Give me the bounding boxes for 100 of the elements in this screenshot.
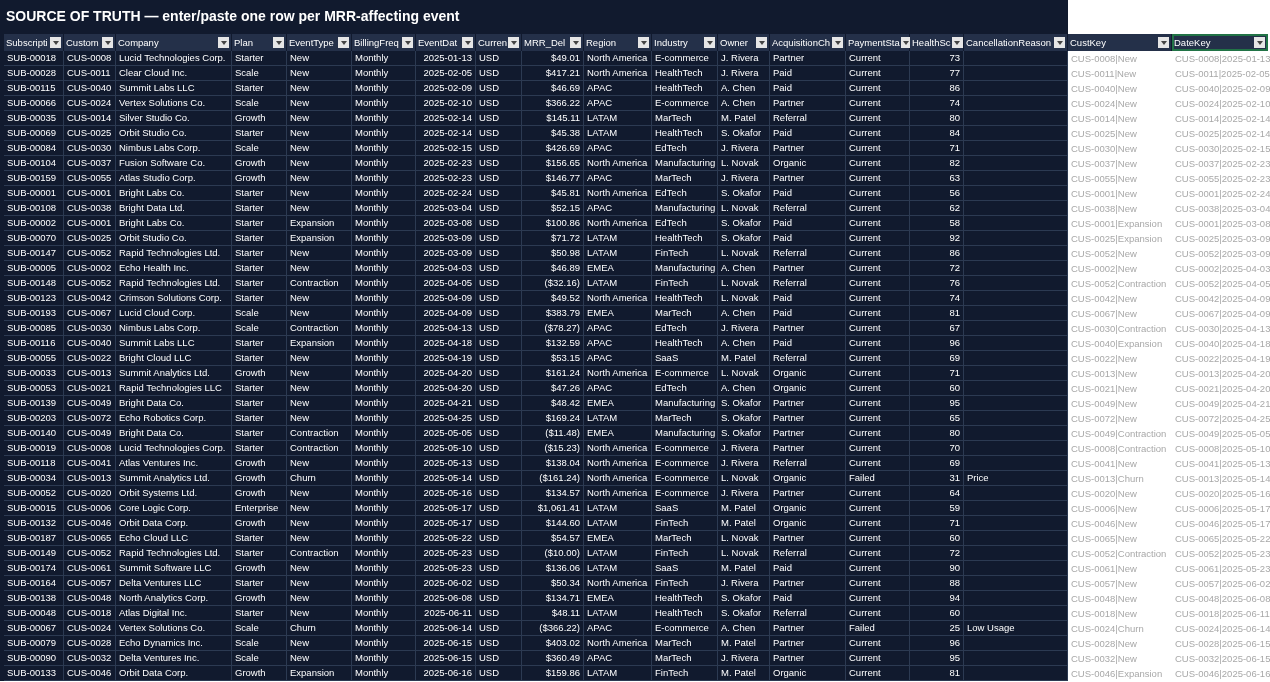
- table-cell: SUB-00034: [7, 473, 57, 483]
- table-cell: CUS-0006|New: [1071, 503, 1137, 514]
- column-header[interactable]: Subscripti: [4, 34, 64, 51]
- table-cell: North America: [587, 458, 648, 468]
- table-cell: 2025-02-15: [423, 143, 472, 153]
- table-cell: CUS-0030|2025-02-15: [1175, 143, 1270, 154]
- table-cell: SUB-00139: [7, 398, 57, 408]
- filter-button[interactable]: [1158, 37, 1169, 48]
- table-cell: Current: [849, 143, 881, 153]
- table-cell: Contraction: [290, 548, 339, 558]
- table-cell: USD: [479, 623, 500, 633]
- table-cell: Paid: [773, 128, 792, 138]
- dropdown-arrow-icon: [52, 40, 59, 45]
- column-header[interactable]: DateKey: [1172, 34, 1268, 51]
- table-cell: $417.21: [545, 68, 580, 78]
- table-cell: Paid: [773, 338, 792, 348]
- column-header[interactable]: EventDat: [416, 34, 476, 51]
- filter-button[interactable]: [402, 37, 413, 48]
- table-cell: 2025-06-11: [424, 608, 472, 618]
- table-cell: $134.57: [545, 488, 580, 498]
- table-cell: ($161.24): [539, 473, 580, 483]
- table-cell: 2025-04-09: [423, 293, 472, 303]
- table-cell: EMEA: [587, 398, 614, 408]
- column-header[interactable]: BillingFreq: [352, 34, 416, 51]
- table-cell: CUS-0048|2025-06-08: [1175, 593, 1270, 604]
- table-cell: $146.77: [545, 173, 580, 183]
- table-cell: CUS-0024|New: [1071, 98, 1137, 109]
- table-cell: 69: [949, 458, 960, 468]
- table-cell: 74: [949, 98, 960, 108]
- table-cell: HealthTech: [655, 68, 703, 78]
- filter-button[interactable]: [508, 37, 520, 48]
- table-cell: New: [290, 83, 309, 93]
- table-cell: Current: [849, 263, 881, 273]
- column-header[interactable]: Industry: [652, 34, 718, 51]
- table-cell: 2025-05-23: [423, 548, 472, 558]
- table-cell: Current: [849, 113, 881, 123]
- filter-button[interactable]: [951, 37, 963, 48]
- filter-button[interactable]: [1254, 37, 1265, 48]
- table-cell: SUB-00147: [7, 248, 57, 258]
- filter-button[interactable]: [704, 37, 715, 48]
- table-cell: SUB-00053: [7, 383, 57, 393]
- table-cell: 2025-06-08: [423, 593, 472, 603]
- column-header[interactable]: Owner: [718, 34, 770, 51]
- table-cell: 73: [949, 53, 960, 63]
- column-header[interactable]: Plan: [232, 34, 287, 51]
- table-cell: Orbit Studio Co.: [119, 128, 187, 138]
- filter-button[interactable]: [638, 37, 649, 48]
- table-cell: Partner: [773, 653, 805, 663]
- table-cell: Monthly: [355, 323, 389, 333]
- table-cell: 76: [949, 278, 960, 288]
- column-header[interactable]: Company: [116, 34, 232, 51]
- table-cell: A. Chen: [721, 623, 756, 633]
- column-header[interactable]: CustKey: [1068, 34, 1172, 51]
- table-cell: SUB-00067: [7, 623, 57, 633]
- column-header[interactable]: EventType: [287, 34, 352, 51]
- table-cell: 88: [949, 578, 960, 588]
- table-cell: Current: [849, 218, 881, 228]
- table-cell: ($32.16): [544, 278, 580, 288]
- filter-button[interactable]: [338, 37, 349, 48]
- table-cell: 2025-04-09: [423, 308, 472, 318]
- filter-button[interactable]: [462, 37, 473, 48]
- column-header[interactable]: Curren: [476, 34, 522, 51]
- table-cell: USD: [479, 428, 500, 438]
- column-header[interactable]: AcquisitionCh: [770, 34, 846, 51]
- table-cell: 2025-04-19: [423, 353, 472, 363]
- column-header[interactable]: HealthSc: [910, 34, 964, 51]
- table-cell: CUS-0013|Churn: [1071, 473, 1144, 484]
- table-cell: Scale: [235, 98, 259, 108]
- column-header[interactable]: PaymentSta: [846, 34, 910, 51]
- table-cell: New: [290, 458, 309, 468]
- table-cell: Starter: [235, 203, 264, 213]
- filter-button[interactable]: [218, 37, 229, 48]
- table-cell: SUB-00118: [7, 458, 56, 468]
- table-cell: Monthly: [355, 143, 389, 153]
- filter-button[interactable]: [570, 37, 581, 48]
- table-cell: North America: [587, 188, 648, 198]
- filter-button[interactable]: [102, 37, 113, 48]
- table-cell: CUS-0011: [67, 68, 111, 78]
- table-cell: Core Logic Corp.: [119, 503, 191, 513]
- table-cell: Starter: [235, 533, 264, 543]
- dropdown-arrow-icon: [1160, 40, 1167, 45]
- table-cell: Monthly: [355, 218, 389, 228]
- filter-button[interactable]: [832, 37, 843, 48]
- filter-button[interactable]: [900, 37, 912, 48]
- table-cell: 2025-02-05: [423, 68, 472, 78]
- column-header[interactable]: Custom: [64, 34, 116, 51]
- table-cell: $52.15: [550, 203, 580, 213]
- filter-button[interactable]: [1054, 37, 1065, 48]
- filter-button[interactable]: [273, 37, 284, 48]
- table-cell: USD: [479, 218, 500, 228]
- filter-button[interactable]: [50, 37, 61, 48]
- table-cell: USD: [479, 578, 500, 588]
- table-cell: CUS-0006: [67, 503, 112, 513]
- filter-button[interactable]: [756, 37, 767, 48]
- table-cell: J. Rivera: [721, 653, 759, 663]
- column-header[interactable]: MRR_Del: [522, 34, 584, 51]
- table-cell: CUS-0037|New: [1071, 158, 1137, 169]
- column-header[interactable]: CancellationReason: [964, 34, 1068, 51]
- table-cell: SUB-00028: [7, 68, 57, 78]
- column-header[interactable]: Region: [584, 34, 652, 51]
